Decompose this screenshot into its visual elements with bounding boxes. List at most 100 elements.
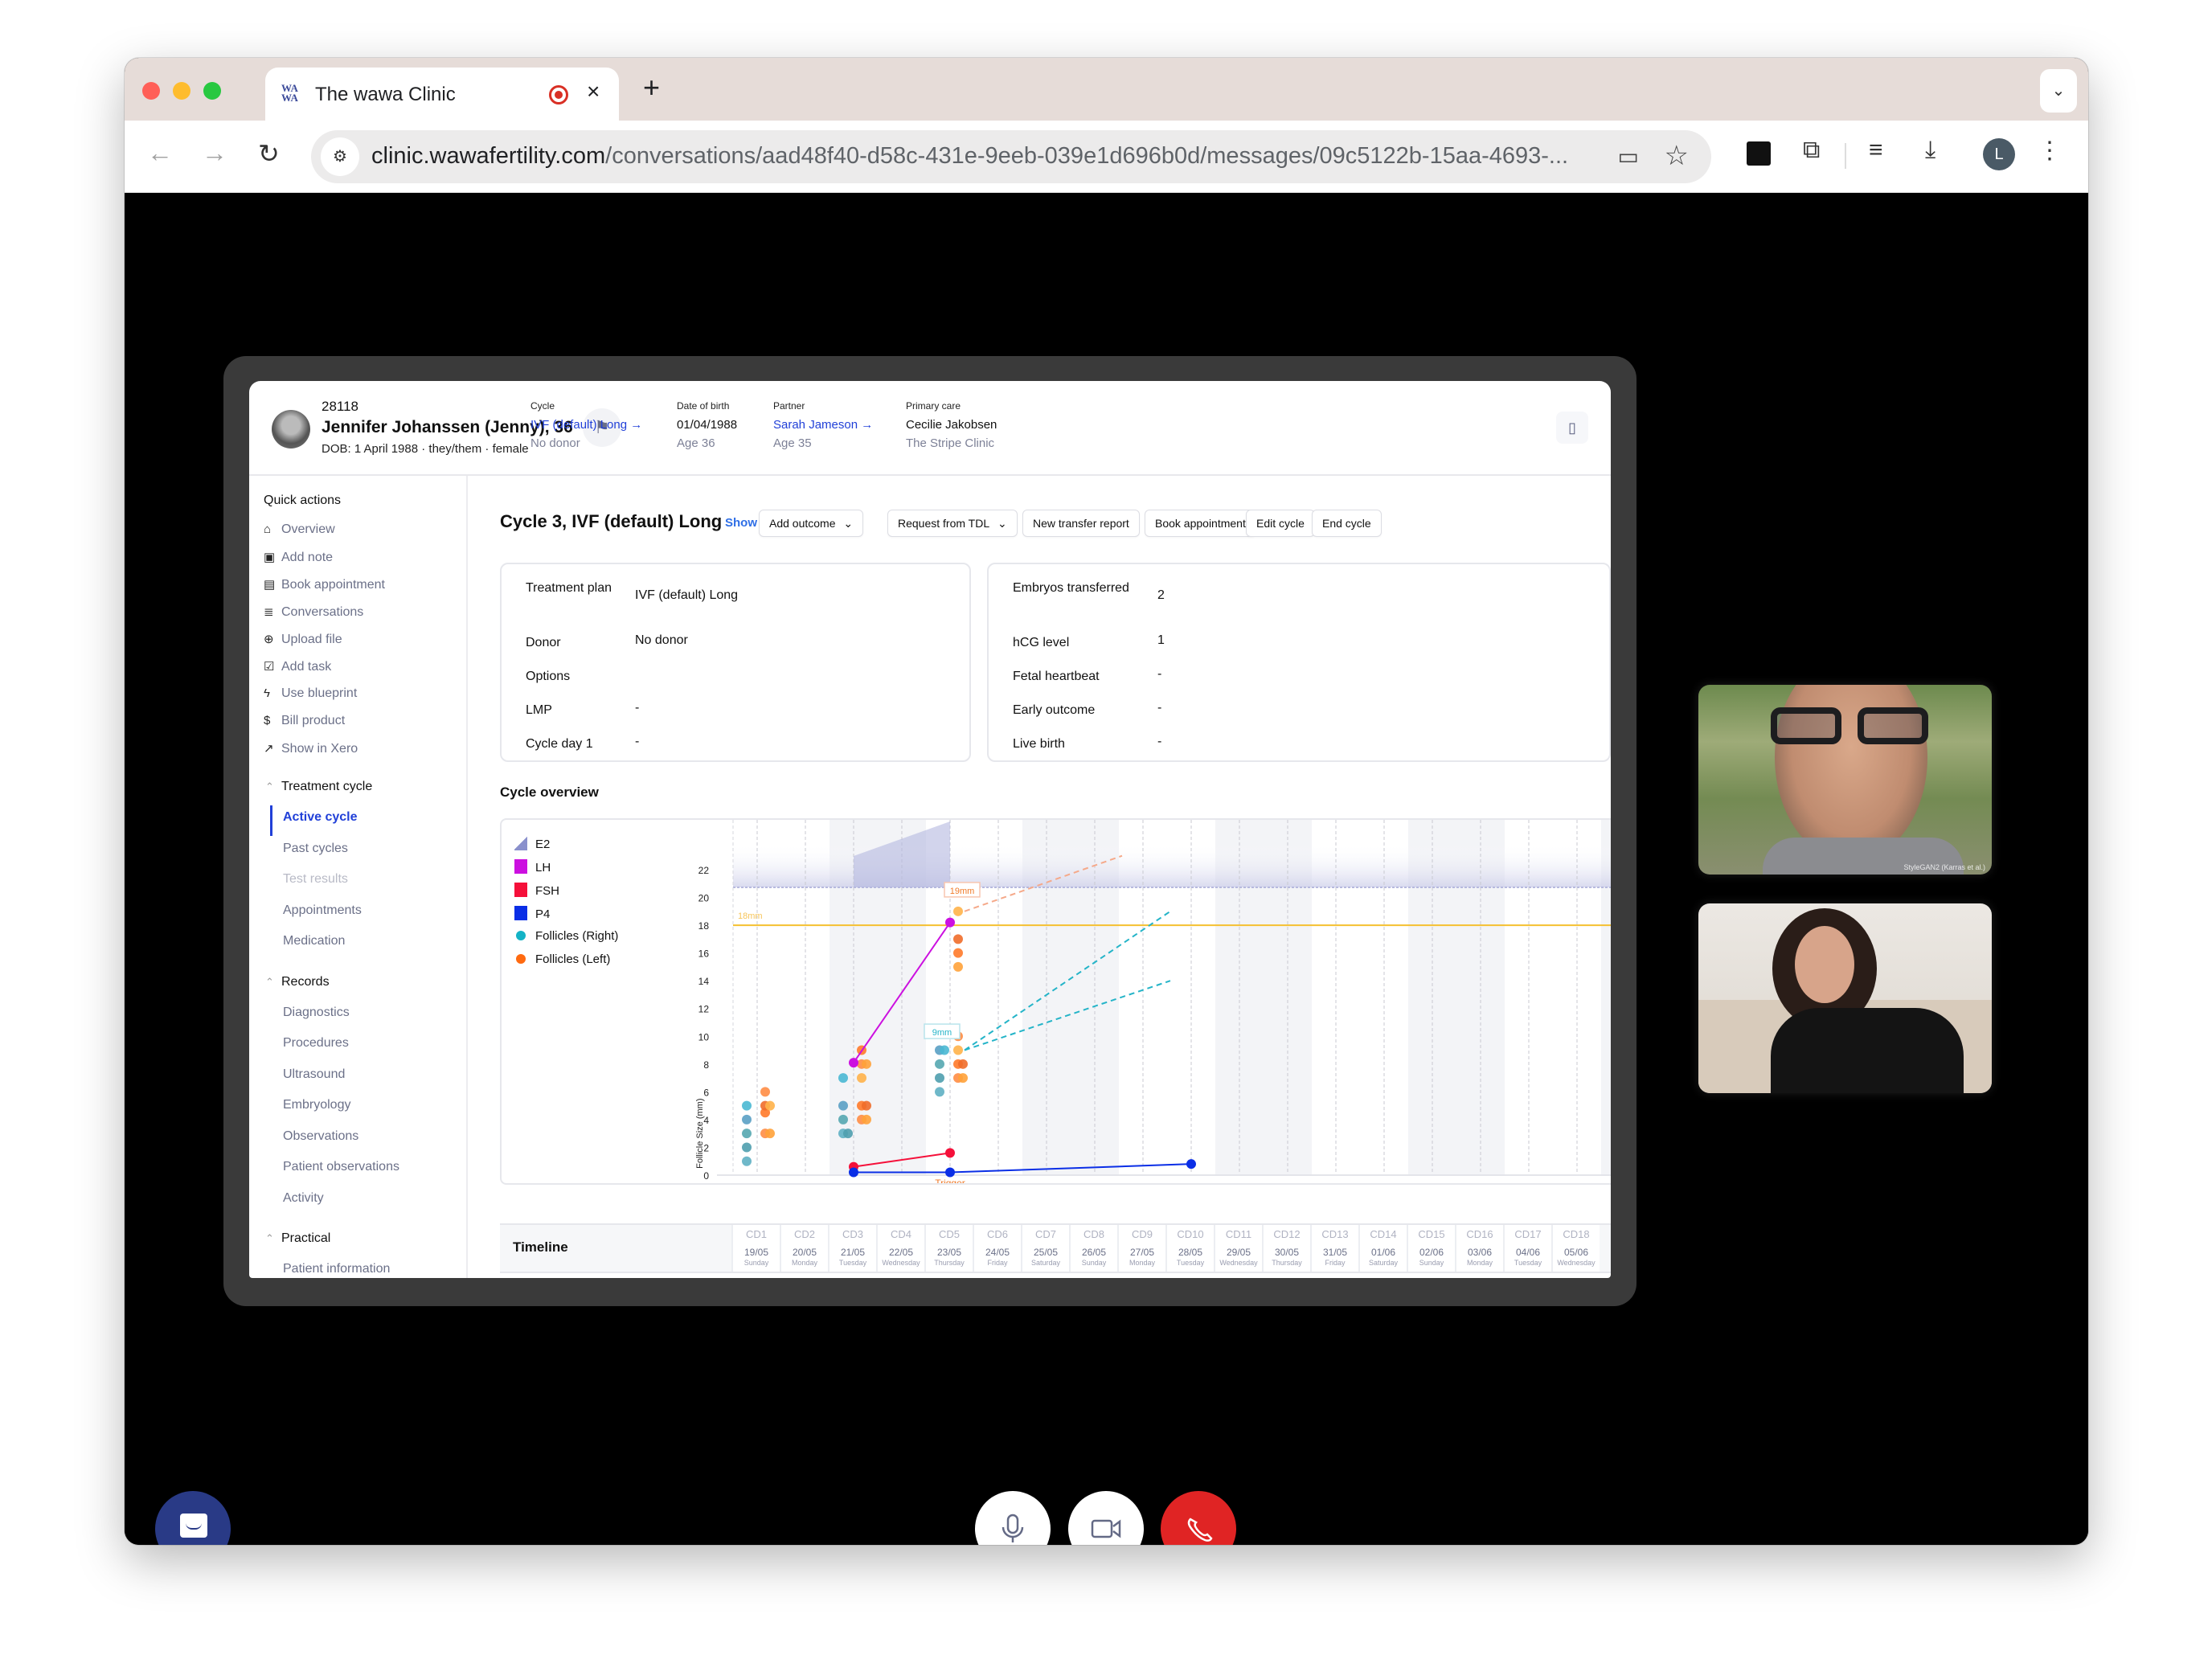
timeline-day[interactable]: CD17 04/06 Tuesday	[1503, 1225, 1551, 1272]
timeline-day[interactable]: CD14 01/06 Saturday	[1358, 1225, 1407, 1272]
participant-video-partner[interactable]: StyleGAN2 (Karras et al.)	[1698, 685, 1992, 875]
quick-action-overview[interactable]: ⌂ Overview	[264, 522, 335, 537]
quick-action-bill-product[interactable]: $ Bill product	[264, 714, 345, 728]
sidebar-item-appointments[interactable]: Appointments	[283, 903, 362, 918]
y-tick-label: 0	[703, 1170, 709, 1182]
weekday-label: Tuesday	[1514, 1259, 1542, 1267]
timeline-day[interactable]: CD1 19/05 Sunday	[731, 1225, 780, 1272]
field-label: Treatment plan	[526, 581, 612, 595]
section-practical[interactable]: ⌃ Practical	[265, 1231, 330, 1246]
timeline-day[interactable]: CD6 24/05 Friday	[973, 1225, 1021, 1272]
hang-up-button[interactable]	[1161, 1491, 1236, 1545]
timeline-day[interactable]: CD9 27/05 Monday	[1117, 1225, 1165, 1272]
end-cycle-button[interactable]: End cycle	[1312, 510, 1382, 537]
sidebar-item-observations[interactable]: Observations	[283, 1129, 358, 1144]
camera-button[interactable]	[1068, 1491, 1144, 1545]
timeline-day[interactable]: CD12 30/05 Thursday	[1262, 1225, 1310, 1272]
quick-action-conversations[interactable]: ≣ Conversations	[264, 604, 363, 620]
quick-action-add-task[interactable]: ☑ Add task	[264, 659, 331, 674]
video-call-area: 28118 Jennifer Johanssen (Jenny), 36 DOB…	[125, 193, 2088, 1545]
sidebar-item-activity[interactable]: Activity	[283, 1191, 324, 1206]
new-transfer-report-button[interactable]: New transfer report	[1022, 510, 1140, 537]
follicle-right-point	[742, 1114, 752, 1124]
address-bar[interactable]: ⚙ clinic.wawafertility.com/conversations…	[311, 130, 1711, 183]
patient-header: 28118 Jennifer Johanssen (Jenny), 36 DOB…	[249, 381, 1611, 476]
profile-avatar[interactable]: L	[1983, 138, 2015, 170]
sidebar-item-procedures[interactable]: Procedures	[283, 1036, 349, 1051]
add-outcome-button[interactable]: Add outcome ⌄	[759, 510, 864, 537]
sidebar-item-embryology[interactable]: Embryology	[283, 1098, 350, 1112]
partner-link[interactable]: Sarah Jameson →	[773, 418, 873, 432]
section-records[interactable]: ⌃ Records	[265, 975, 330, 989]
request-from-tdl-button[interactable]: Request from TDL ⌄	[887, 510, 1018, 537]
legend-item-e2[interactable]: E2	[514, 836, 550, 851]
url-text[interactable]: clinic.wawafertility.com/conversations/a…	[371, 143, 1568, 170]
bookmark-star-icon[interactable]: ☆	[1665, 140, 1689, 172]
sidebar-item-medication[interactable]: Medication	[283, 934, 345, 948]
sidebar-item-diagnostics[interactable]: Diagnostics	[283, 1006, 350, 1020]
timeline-day[interactable]: CD7 25/05 Saturday	[1021, 1225, 1069, 1272]
book-appointment-button[interactable]: Book appointment	[1145, 510, 1256, 537]
quick-action-label: Bill product	[281, 714, 346, 727]
legend-item-fsh[interactable]: FSH	[514, 883, 559, 898]
back-button[interactable]: ←	[147, 138, 173, 168]
timeline-day[interactable]: CD18 05/06 Wednesday	[1551, 1225, 1600, 1272]
extensions-puzzle-icon[interactable]: ⧉	[1803, 137, 1820, 164]
minimize-window-button[interactable]	[173, 82, 190, 100]
reload-button[interactable]: ↻	[258, 138, 280, 169]
extension-icon[interactable]	[1747, 141, 1771, 166]
quick-action-upload-file[interactable]: ⊕ Upload file	[264, 632, 342, 647]
tab-search-button[interactable]: ⌄	[2040, 69, 2077, 113]
weekday-label: Saturday	[1368, 1259, 1399, 1267]
browser-tab[interactable]: WA WA The wawa Clinic ×	[265, 68, 619, 121]
microphone-button[interactable]	[975, 1491, 1051, 1545]
sidebar-item-patient-information[interactable]: Patient information	[283, 1262, 390, 1276]
cycle-link[interactable]: IVF (default) Long →	[530, 418, 642, 432]
close-tab-icon[interactable]: ×	[587, 79, 600, 104]
timeline-day[interactable]: CD8 26/05 Sunday	[1069, 1225, 1117, 1272]
kebab-menu-icon[interactable]: ⋮	[2038, 137, 2062, 165]
participant-video-patient[interactable]	[1698, 903, 1992, 1093]
timeline-day[interactable]: CD10 28/05 Tuesday	[1165, 1225, 1214, 1272]
close-window-button[interactable]	[142, 82, 160, 100]
timeline-day[interactable]: CD11 29/05 Wednesday	[1214, 1225, 1262, 1272]
quick-action-label: Overview	[281, 522, 335, 536]
sidebar-item-patient-observations[interactable]: Patient observations	[283, 1160, 399, 1174]
mobile-app-button[interactable]: ▯	[1556, 412, 1588, 444]
camera-in-use-icon[interactable]: ▭	[1618, 143, 1639, 170]
sidebar-item-test-results[interactable]: Test results	[283, 872, 348, 887]
timeline-day[interactable]: CD16 03/06 Monday	[1455, 1225, 1503, 1272]
quick-action-book-appointment[interactable]: ▤ Book appointment	[264, 577, 385, 592]
field-value: -	[635, 701, 640, 715]
timeline-day[interactable]: CD5 23/05 Thursday	[924, 1225, 973, 1272]
legend-item-follicles-left-[interactable]: Follicles (Left)	[514, 952, 610, 966]
quick-action-add-note[interactable]: ▣ Add note	[264, 550, 333, 565]
sidebar-item-ultrasound[interactable]: Ultrasound	[283, 1067, 345, 1082]
field-label: hCG level	[1013, 636, 1070, 649]
section-treatment-cycle[interactable]: ⌃ Treatment cycle	[265, 780, 372, 794]
sidebar-item-active-cycle[interactable]: Active cycle	[283, 810, 358, 825]
legend-item-lh[interactable]: LH	[514, 859, 551, 875]
quick-action-show-in-xero[interactable]: ↗ Show in Xero	[264, 741, 358, 756]
quick-action-use-blueprint[interactable]: ϟ Use blueprint	[264, 686, 357, 701]
sidebar-item-past-cycles[interactable]: Past cycles	[283, 842, 348, 856]
field-value: IVF (default) Long	[635, 588, 739, 602]
edit-cycle-button[interactable]: Edit cycle	[1246, 510, 1315, 537]
timeline-day[interactable]: CD13 31/05 Friday	[1310, 1225, 1358, 1272]
maximize-window-button[interactable]	[203, 82, 221, 100]
timeline-day[interactable]: CD15 02/06 Sunday	[1407, 1225, 1455, 1272]
timeline-day[interactable]: CD2 20/05 Monday	[780, 1225, 828, 1272]
weekday-label: Wednesday	[1557, 1259, 1596, 1267]
timeline-day[interactable]: CD4 22/05 Wednesday	[876, 1225, 924, 1272]
media-controls-icon[interactable]: ≡	[1869, 137, 1883, 164]
site-settings-icon[interactable]: ⚙	[321, 137, 359, 176]
timeline-day[interactable]: CD3 21/05 Tuesday	[828, 1225, 876, 1272]
legend-label: FSH	[535, 884, 559, 898]
new-tab-button[interactable]: +	[643, 71, 660, 104]
legend-item-follicles-right-[interactable]: Follicles (Right)	[514, 929, 618, 943]
legend-item-p4[interactable]: P4	[514, 906, 550, 921]
download-icon[interactable]: ⤓	[1925, 137, 1936, 164]
forward-button[interactable]: →	[202, 138, 227, 168]
chat-button[interactable]	[155, 1491, 231, 1545]
field-label: Embryos transferred	[1013, 581, 1129, 595]
